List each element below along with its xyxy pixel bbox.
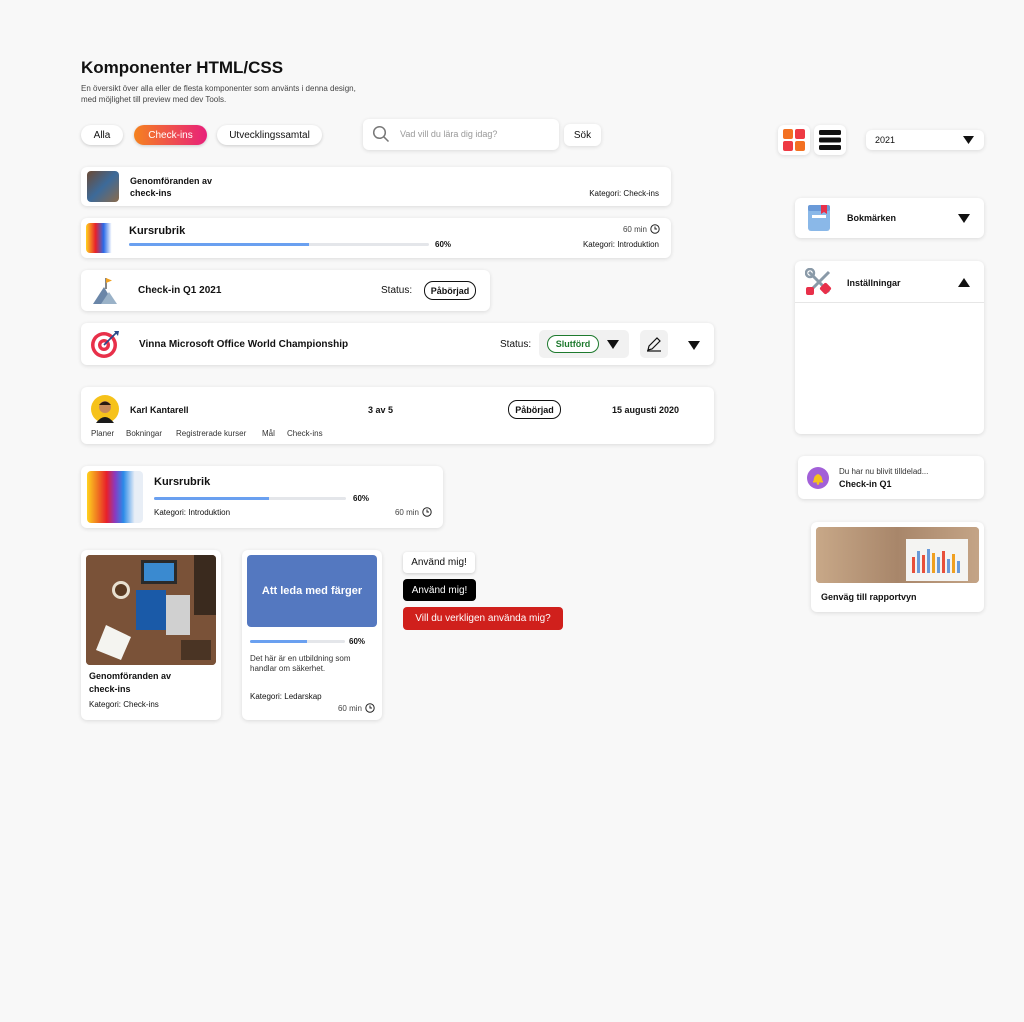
progress-count: 3 av 5 [368,405,394,415]
list-view-button[interactable] [814,125,846,155]
search-placeholder: Vad vill du lära dig idag? [400,129,498,139]
course-progress-bar [129,243,429,246]
course-title: Kursrubrik [129,225,186,237]
checkin-tile[interactable]: Genomföranden av check-ins Kategori: Che… [81,550,221,720]
grid-icon [783,129,805,151]
course-progress-percent: 60% [435,240,452,249]
goal-card[interactable]: Vinna Microsoft Office World Championshi… [81,323,714,365]
list-icon [819,130,841,150]
dark-button[interactable]: Använd mig! [403,579,476,601]
bookmark-book-icon [808,205,830,231]
notification-card[interactable]: Du har nu blivit tilldelad... Check-in Q… [798,456,984,499]
course-duration: 60 min [622,225,647,234]
card-title-line1: Genomföranden av [130,176,213,186]
employee-date: 15 augusti 2020 [612,405,680,415]
report-shortcut-card[interactable]: Genväg till rapportvyn [811,522,984,612]
year-select-value: 2021 [875,135,896,145]
settings-panel: Inställningar [795,261,984,434]
bookmarks-panel-header[interactable]: Bokmärken [795,198,984,238]
status-label: Status: [381,285,413,296]
status-badge: Påbörjad [424,281,476,300]
tab-bookings[interactable]: Bokningar [126,429,162,438]
edit-button[interactable] [640,330,668,358]
filter-all-button[interactable]: Alla [81,125,123,145]
mountain-flag-icon [93,278,117,304]
search-input[interactable]: Vad vill du lära dig idag? [363,119,559,150]
chevron-down-icon [963,136,974,144]
page-description-line1: En översikt över alla eller de flesta ko… [81,84,356,93]
chevron-up-icon [958,278,970,287]
status-badge: Slutförd [547,335,599,353]
tile-category: Kategori: Check-ins [89,700,159,709]
course-title: Kursrubrik [154,476,211,488]
grid-view-button[interactable] [778,125,810,155]
target-icon [91,331,119,358]
tile-banner: Att leda med färger [247,555,377,627]
tile-title-line2: check-ins [89,684,131,694]
card-category: Kategori: Check-ins [589,189,659,198]
settings-panel-header[interactable]: Inställningar [795,261,984,303]
page-description-line2: med möjlighet till preview med dev Tools… [81,95,227,104]
settings-label: Inställningar [847,278,901,288]
expand-chevron-icon[interactable] [688,340,700,351]
card-thumbnail [87,171,119,202]
clock-icon [422,507,432,517]
status-badge: Påbörjad [508,400,561,419]
tab-plans[interactable]: Planer [91,429,114,438]
pencil-icon [647,337,661,352]
course-thumbnail [86,223,118,253]
notification-title: Check-in Q1 [839,479,892,489]
course-progress-bar [154,497,346,500]
bookmarks-label: Bokmärken [847,213,897,223]
tools-icon [805,268,832,295]
clock-icon [650,224,660,234]
tile-description-line2: handlar om säkerhet. [250,664,326,673]
course-category: Kategori: Introduktion [154,508,231,517]
report-image [816,527,979,583]
notification-message: Du har nu blivit tilldelad... [839,467,929,476]
status-select[interactable]: Slutförd [539,330,629,358]
checkin-title: Check-in Q1 2021 [138,285,222,296]
employee-name: Karl Kantarell [130,405,189,415]
tab-goals[interactable]: Mål [262,429,275,438]
course-thumbnail [87,471,143,523]
checkin-list-card[interactable]: Genomföranden av check-ins Kategori: Che… [81,167,671,206]
tile-description-line1: Det här är en utbildning som [250,654,351,663]
filter-development-button[interactable]: Utvecklingssamtal [217,125,322,145]
course-card[interactable]: Kursrubrik 60% Kategori: Introduktion 60… [81,466,443,528]
bell-icon [807,467,829,489]
goal-title: Vinna Microsoft Office World Championshi… [139,339,349,350]
chevron-down-icon [958,214,970,223]
clock-icon [365,703,375,713]
card-title-line2: check-ins [130,188,172,198]
filter-checkins-button[interactable]: Check-ins [134,125,207,145]
course-list-card[interactable]: Kursrubrik 60% 60 min Kategori: Introduk… [81,218,671,258]
page-title: Komponenter HTML/CSS [81,58,284,77]
course-tile[interactable]: Att leda med färger 60% Det här är en ut… [242,550,382,720]
course-duration: 60 min [394,508,419,517]
status-label: Status: [500,339,532,350]
course-category: Kategori: Introduktion [582,240,659,249]
tab-checkins[interactable]: Check-ins [287,429,323,438]
search-icon [372,125,390,143]
light-button[interactable]: Använd mig! [403,552,475,573]
employee-card[interactable]: Karl Kantarell 3 av 5 Påbörjad 15 august… [81,387,714,444]
year-select[interactable]: 2021 [866,130,984,150]
tile-title-line1: Genomföranden av [89,671,172,681]
avatar [91,395,119,423]
tile-progress-percent: 60% [349,637,366,646]
chevron-down-icon [607,340,619,349]
tab-registered-courses[interactable]: Registrerade kurser [176,429,246,438]
checkin-status-card[interactable]: Check-in Q1 2021 Status: Påbörjad [81,270,490,311]
tile-duration: 60 min [337,704,362,713]
tile-image [86,555,216,665]
search-button[interactable]: Sök [564,124,601,146]
tile-category: Kategori: Ledarskap [250,692,322,701]
danger-button[interactable]: Vill du verkligen använda mig? [403,607,563,630]
course-progress-percent: 60% [353,494,370,503]
tile-progress-bar [250,640,345,643]
report-shortcut-label: Genväg till rapportvyn [821,592,917,602]
